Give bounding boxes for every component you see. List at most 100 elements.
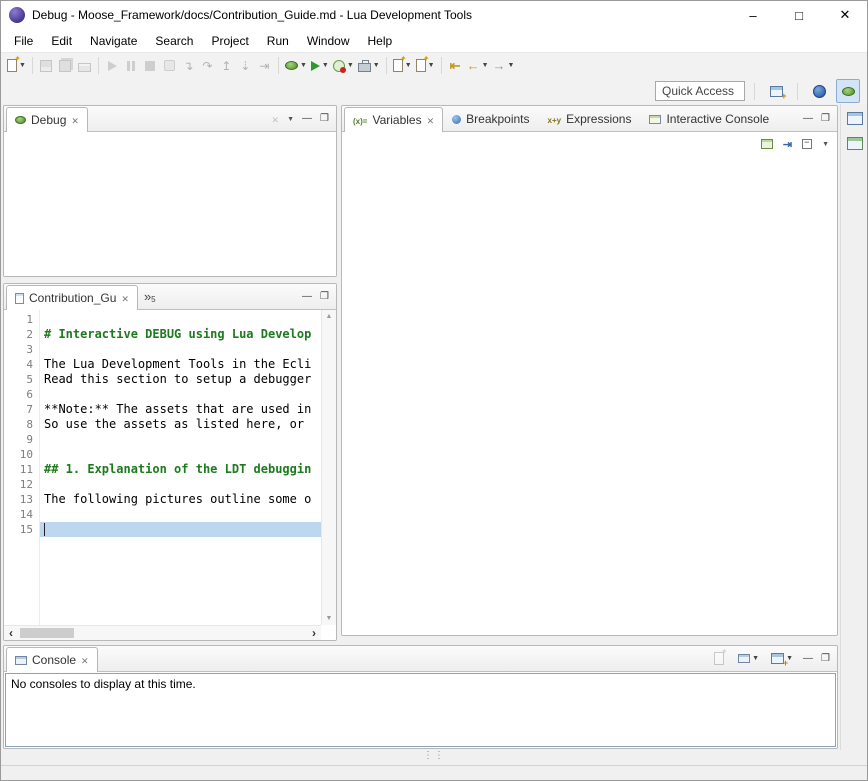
minimize-view-icon[interactable] bbox=[302, 292, 312, 302]
close-icon[interactable] bbox=[121, 291, 129, 305]
new-button[interactable]: ▼ bbox=[5, 55, 28, 77]
menu-navigate[interactable]: Navigate bbox=[81, 31, 146, 51]
step-into-button[interactable]: ↴ bbox=[179, 55, 198, 77]
external-tools-button[interactable]: ▼ bbox=[356, 55, 382, 77]
open-perspective-button[interactable] bbox=[764, 79, 788, 103]
back-button[interactable]: ←▼ bbox=[465, 55, 491, 77]
perspective-debug-button[interactable] bbox=[836, 79, 860, 103]
tab-variables[interactable]: Variables bbox=[344, 107, 443, 132]
line-number[interactable]: 13 bbox=[4, 492, 33, 507]
step-over-button[interactable]: ↷ bbox=[198, 55, 217, 77]
scrollbar-track[interactable] bbox=[18, 626, 307, 640]
menu-edit[interactable]: Edit bbox=[42, 31, 81, 51]
vertical-scrollbar[interactable]: ▲ ▼ bbox=[321, 310, 336, 625]
editor-line[interactable]: Read this section to setup a debugger bbox=[40, 372, 321, 387]
print-button[interactable] bbox=[75, 55, 94, 77]
clear-console-button[interactable] bbox=[709, 651, 728, 667]
close-icon[interactable] bbox=[71, 113, 79, 127]
scrollbar-thumb[interactable] bbox=[20, 628, 74, 638]
forward-button[interactable]: →▼ bbox=[491, 55, 517, 77]
collapse-all-icon[interactable] bbox=[802, 139, 812, 149]
display-console-button[interactable]: ▼ bbox=[736, 651, 761, 667]
editor-gutter[interactable]: 123456789101112131415 bbox=[4, 310, 40, 640]
restore-view-icon-2[interactable] bbox=[847, 137, 863, 150]
new-file-button[interactable]: ▼ bbox=[414, 55, 437, 77]
line-number[interactable]: 12 bbox=[4, 477, 33, 492]
debug-button[interactable]: ▼ bbox=[283, 55, 309, 77]
scroll-left-icon[interactable]: ‹ bbox=[4, 626, 18, 640]
editor-code[interactable]: # Interactive DEBUG using Lua Develop The… bbox=[40, 310, 321, 640]
tab-interactive-console[interactable]: Interactive Console bbox=[640, 106, 778, 131]
coverage-button[interactable]: ▼ bbox=[331, 55, 356, 77]
remove-all-terminated-icon[interactable] bbox=[272, 112, 280, 126]
scroll-right-icon[interactable]: › bbox=[307, 626, 321, 640]
line-number[interactable]: 7 bbox=[4, 402, 33, 417]
scroll-down-icon[interactable]: ▼ bbox=[326, 615, 333, 622]
save-button[interactable] bbox=[37, 55, 56, 77]
close-icon[interactable] bbox=[81, 653, 89, 667]
maximize-button[interactable]: □ bbox=[776, 0, 822, 30]
editor-line[interactable]: The following pictures outline some o bbox=[40, 492, 321, 507]
minimize-view-icon[interactable] bbox=[803, 654, 813, 664]
editor-line[interactable] bbox=[40, 522, 321, 537]
tab-console[interactable]: Console bbox=[6, 647, 98, 672]
minimize-view-icon[interactable] bbox=[302, 114, 312, 124]
line-number[interactable]: 2 bbox=[4, 327, 33, 342]
resume-button[interactable] bbox=[103, 55, 122, 77]
maximize-view-icon[interactable] bbox=[320, 114, 329, 124]
editor-line[interactable] bbox=[40, 477, 321, 492]
line-number[interactable]: 15 bbox=[4, 522, 33, 537]
menu-project[interactable]: Project bbox=[202, 31, 257, 51]
view-menu-icon[interactable] bbox=[822, 139, 829, 149]
tab-debug[interactable]: Debug bbox=[6, 107, 88, 132]
terminate-button[interactable] bbox=[141, 55, 160, 77]
line-number[interactable]: 6 bbox=[4, 387, 33, 402]
line-number[interactable]: 8 bbox=[4, 417, 33, 432]
save-all-button[interactable] bbox=[56, 55, 75, 77]
minimize-button[interactable]: – bbox=[730, 0, 776, 30]
line-number[interactable]: 4 bbox=[4, 357, 33, 372]
suspend-button[interactable] bbox=[122, 55, 141, 77]
horizontal-scrollbar[interactable]: ‹ › bbox=[4, 625, 321, 640]
sash-grip-icon[interactable]: ⋮⋮ bbox=[423, 750, 445, 761]
line-number[interactable]: 1 bbox=[4, 312, 33, 327]
editor-line[interactable]: **Note:** The assets that are used in bbox=[40, 402, 321, 417]
import-variables-icon[interactable]: ⇥ bbox=[783, 138, 792, 151]
show-logical-structure-icon[interactable] bbox=[761, 139, 773, 149]
maximize-view-icon[interactable] bbox=[320, 292, 329, 302]
restore-view-icon-1[interactable] bbox=[847, 112, 863, 125]
disconnect-button[interactable] bbox=[160, 55, 179, 77]
line-number[interactable]: 5 bbox=[4, 372, 33, 387]
maximize-view-icon[interactable] bbox=[821, 114, 830, 124]
editor-line[interactable] bbox=[40, 432, 321, 447]
line-number[interactable]: 10 bbox=[4, 447, 33, 462]
editor-line[interactable] bbox=[40, 387, 321, 402]
new-project-button[interactable]: ▼ bbox=[391, 55, 414, 77]
close-button[interactable]: ✕ bbox=[822, 0, 868, 30]
quick-access-input[interactable]: Quick Access bbox=[655, 81, 745, 101]
menu-run[interactable]: Run bbox=[258, 31, 298, 51]
menu-search[interactable]: Search bbox=[146, 31, 202, 51]
close-icon[interactable] bbox=[427, 113, 435, 127]
menu-window[interactable]: Window bbox=[298, 31, 359, 51]
minimize-view-icon[interactable] bbox=[803, 114, 813, 124]
line-number[interactable]: 14 bbox=[4, 507, 33, 522]
editor-line[interactable]: # Interactive DEBUG using Lua Develop bbox=[40, 327, 321, 342]
line-number[interactable]: 9 bbox=[4, 432, 33, 447]
editor-line[interactable] bbox=[40, 342, 321, 357]
editor-line[interactable] bbox=[40, 312, 321, 327]
use-step-filters-button[interactable]: ⇥ bbox=[255, 55, 274, 77]
editor-line[interactable]: ## 1. Explanation of the LDT debuggin bbox=[40, 462, 321, 477]
last-edit-location-button[interactable]: ⇤ bbox=[446, 55, 465, 77]
line-number[interactable]: 11 bbox=[4, 462, 33, 477]
view-menu-icon[interactable] bbox=[287, 114, 294, 124]
tab-breakpoints[interactable]: Breakpoints bbox=[443, 106, 538, 131]
menu-help[interactable]: Help bbox=[359, 31, 402, 51]
open-console-button[interactable]: ▼ bbox=[769, 651, 795, 667]
step-return-button[interactable]: ↥ bbox=[217, 55, 236, 77]
menu-file[interactable]: File bbox=[5, 31, 42, 51]
scroll-up-icon[interactable]: ▲ bbox=[326, 313, 333, 320]
run-button[interactable]: ▼ bbox=[309, 55, 331, 77]
editor-line[interactable]: So use the assets as listed here, or bbox=[40, 417, 321, 432]
hidden-editors-chevron[interactable]: »5 bbox=[138, 289, 162, 304]
